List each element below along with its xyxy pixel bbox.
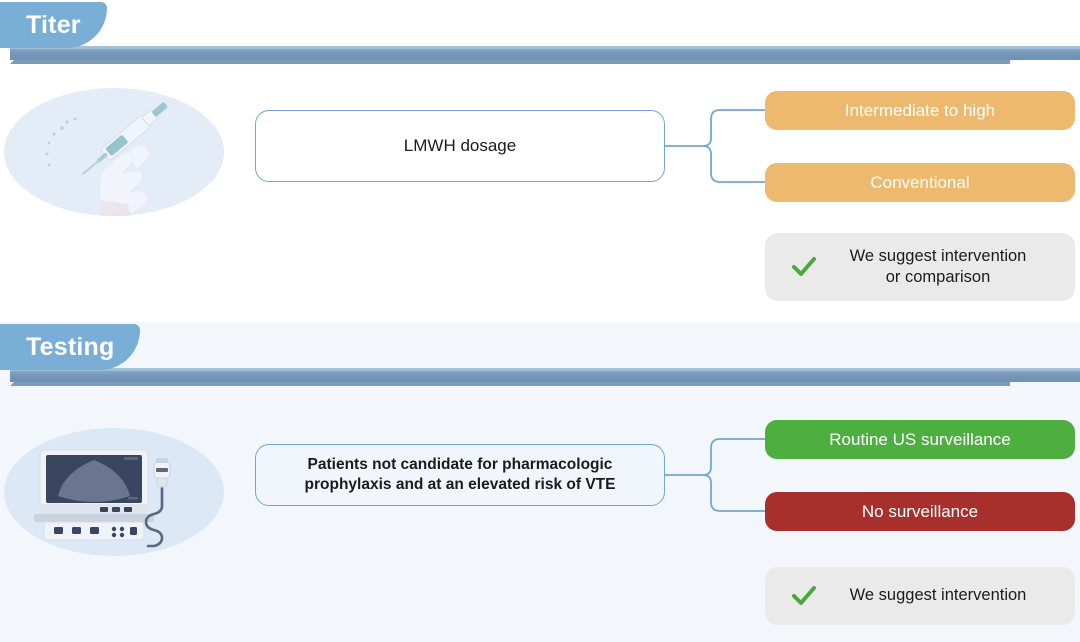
- decision-node-label: Patients not candidate for pharmacologic…: [304, 456, 616, 493]
- section-header-tab-titer: Titer: [0, 2, 107, 48]
- suggestion-line-1: We suggest intervention: [849, 246, 1027, 265]
- decision-node-testing[interactable]: Patients not candidate for pharmacologic…: [255, 444, 665, 506]
- option-pill[interactable]: Routine US surveillance: [765, 420, 1075, 459]
- section-divider-ribbon: [0, 366, 1080, 388]
- suggestion-line-2: or comparison: [885, 268, 991, 286]
- suggestion-text: We suggest intervention or comparison: [819, 246, 1075, 289]
- ultrasound-machine-illustration: [4, 428, 224, 556]
- decision-node-label: LMWH dosage: [403, 136, 517, 155]
- section-testing: Testing Patients not candidate for pharm…: [0, 322, 1080, 642]
- suggestion-text: We suggest intervention: [849, 586, 1027, 605]
- option-pill[interactable]: Intermediate to high: [765, 91, 1075, 130]
- syringe-in-gloved-hand-illustration: [4, 88, 224, 216]
- section-header-label: Titer: [26, 10, 81, 39]
- option-pill-label: Conventional: [870, 172, 970, 192]
- section-header-tab-testing: Testing: [0, 324, 141, 370]
- infographic-canvas: Titer LMWH dosage Intermediate to high C…: [0, 0, 1080, 642]
- branch-connector-titer: [663, 109, 765, 183]
- ribbon-highlight: [10, 368, 1080, 371]
- ribbon-highlight: [10, 46, 1080, 49]
- green-check-icon: [789, 257, 819, 277]
- ultrasound-machine-icon: [34, 449, 171, 548]
- option-pill-label: Intermediate to high: [844, 100, 996, 120]
- option-pill-label: Routine US surveillance: [829, 429, 1011, 449]
- section-divider-ribbon: [0, 44, 1080, 66]
- suggestion-box: We suggest intervention: [765, 567, 1075, 625]
- option-pill[interactable]: No surveillance: [765, 492, 1075, 531]
- green-check-icon: [789, 586, 819, 606]
- branch-connector-testing: [663, 438, 765, 512]
- suggestion-box: We suggest intervention or comparison: [765, 233, 1075, 301]
- decision-node-titer[interactable]: LMWH dosage: [255, 110, 665, 182]
- option-pill[interactable]: Conventional: [765, 163, 1075, 202]
- section-titer: Titer LMWH dosage Intermediate to high C…: [0, 0, 1080, 322]
- syringe-icon: [45, 102, 168, 216]
- option-pill-label: No surveillance: [861, 501, 979, 521]
- section-header-label: Testing: [26, 332, 115, 361]
